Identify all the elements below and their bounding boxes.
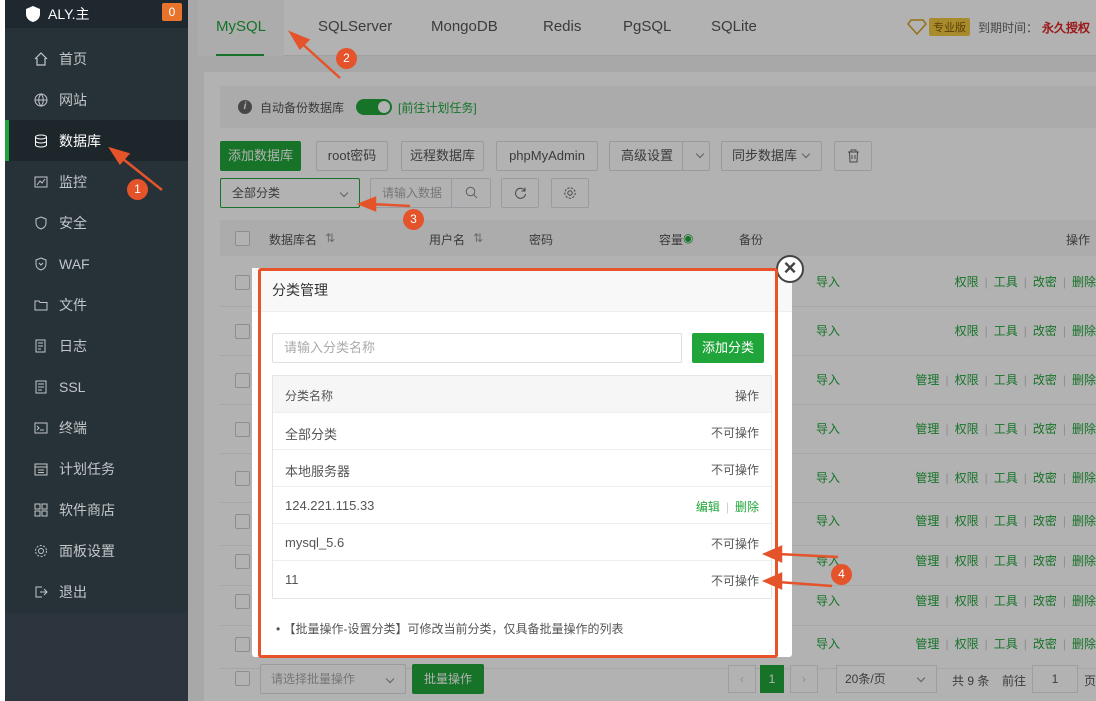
category-name: 124.221.115.33 xyxy=(285,498,375,513)
category-row: 124.221.115.33 编辑 | 删除 xyxy=(273,487,771,524)
sidebar-item-logout[interactable]: 退出 xyxy=(5,571,188,612)
sidebar-item-label: 监控 xyxy=(59,173,87,190)
sidebar-item-files[interactable]: 文件 xyxy=(5,284,188,325)
sidebar-item-label: 日志 xyxy=(59,337,87,354)
sidebar-footer xyxy=(5,613,188,701)
logo-icon xyxy=(26,6,40,22)
brand: ALY.主 xyxy=(5,0,188,28)
database-icon xyxy=(35,134,47,148)
category-name: mysql_5.6 xyxy=(285,535,345,550)
sidebar-item-terminal[interactable]: 终端 xyxy=(5,407,188,448)
category-name: 本地服务器 xyxy=(285,464,351,479)
sidebar-item-label: 首页 xyxy=(59,50,87,67)
sidebar-item-waf[interactable]: WAF xyxy=(5,243,188,284)
gear-icon xyxy=(35,544,47,557)
category-status: 不可操作 xyxy=(710,537,759,551)
sidebar-item-database[interactable]: 数据库 xyxy=(5,120,188,161)
sidebar-item-label: 面板设置 xyxy=(59,542,115,559)
sidebar-item-label: 终端 xyxy=(59,419,87,436)
sidebar-item-cron[interactable]: 计划任务 xyxy=(5,448,188,489)
sidebar-item-label: SSL xyxy=(59,378,86,395)
col-category-action: 操作 xyxy=(734,389,759,403)
delete-category-link[interactable]: 删除 xyxy=(735,500,759,514)
sidebar-item-home[interactable]: 首页 xyxy=(5,38,188,79)
sidebar-item-label: 安全 xyxy=(59,214,87,231)
category-table-header: 分类名称 操作 xyxy=(273,376,771,413)
sidebar-item-label: 网站 xyxy=(59,91,87,108)
globe-icon xyxy=(34,93,48,107)
category-row: mysql_5.6 不可操作 xyxy=(273,524,771,561)
sidebar-item-monitor[interactable]: 监控 xyxy=(5,161,188,202)
close-dialog-button[interactable]: × xyxy=(776,255,804,283)
dialog-note-text: 【批量操作-设置分类】可修改当前分类，仅具备批量操作的列表 xyxy=(283,622,624,636)
terminal-icon xyxy=(34,422,48,433)
col-category-name: 分类名称 xyxy=(285,389,334,403)
category-table: 分类名称 操作 全部分类 不可操作 本地服务器 不可操作 124.221.115.3… xyxy=(272,375,772,599)
category-row: 全部分类 不可操作 xyxy=(273,413,771,450)
category-name: 11 xyxy=(285,572,299,587)
sidebar-item-label: 软件商店 xyxy=(59,501,115,518)
annotation-marker-3: 3 xyxy=(403,209,424,230)
category-status: 不可操作 xyxy=(710,574,759,588)
category-name-input[interactable]: 请输入分类名称 xyxy=(272,333,682,363)
divider: | xyxy=(725,500,729,514)
grid-icon xyxy=(34,503,48,516)
sidebar-item-logs[interactable]: 日志 xyxy=(5,325,188,366)
waf-shield-icon xyxy=(35,256,47,271)
add-category-button[interactable]: 添加分类 xyxy=(692,333,764,363)
annotation-marker-4: 4 xyxy=(831,564,852,585)
sidebar-item-label: 文件 xyxy=(59,296,87,313)
category-status: 不可操作 xyxy=(710,463,759,477)
edit-category-link[interactable]: 编辑 xyxy=(696,500,720,514)
sidebar-item-website[interactable]: 网站 xyxy=(5,79,188,120)
category-dialog: 分类管理 请输入分类名称 添加分类 分类名称 操作 全部分类 不可操作 本地服务器… xyxy=(252,268,792,657)
sidebar: ALY.主 0 首页 网站 数据库 监控 安全 WAF 文件 日志 SSL 终端… xyxy=(5,0,188,701)
calendar-icon xyxy=(34,463,48,475)
sidebar-item-label: 退出 xyxy=(59,583,87,600)
sidebar-item-label: 数据库 xyxy=(59,132,101,149)
sidebar-item-security[interactable]: 安全 xyxy=(5,202,188,243)
annotation-marker-2: 2 xyxy=(336,48,357,69)
sidebar-item-label: 计划任务 xyxy=(59,460,115,477)
dialog-note: • 【批量操作-设置分类】可修改当前分类，仅具备批量操作的列表 xyxy=(276,622,624,636)
category-row: 11 不可操作 xyxy=(273,561,771,598)
category-name: 全部分类 xyxy=(285,427,338,442)
ssl-icon xyxy=(35,380,47,393)
sidebar-nav: 首页 网站 数据库 监控 安全 WAF 文件 日志 SSL 终端 计划任务 软件… xyxy=(5,38,188,612)
sidebar-item-ssl[interactable]: SSL xyxy=(5,366,188,407)
category-row: 本地服务器 不可操作 xyxy=(273,450,771,487)
sidebar-item-settings[interactable]: 面板设置 xyxy=(5,530,188,571)
notification-badge[interactable]: 0 xyxy=(162,3,182,21)
sidebar-item-store[interactable]: 软件商店 xyxy=(5,489,188,530)
shield-icon xyxy=(35,215,47,230)
app-window: ALY.主 0 首页 网站 数据库 监控 安全 WAF 文件 日志 SSL 终端… xyxy=(0,0,1096,701)
category-status: 不可操作 xyxy=(710,426,759,440)
brand-name: ALY.主 xyxy=(48,6,90,22)
dialog-title: 分类管理 xyxy=(252,268,792,312)
chart-icon xyxy=(34,176,48,187)
home-icon xyxy=(34,51,48,66)
logout-icon xyxy=(35,586,48,597)
sidebar-item-label: WAF xyxy=(59,255,90,272)
log-icon xyxy=(35,339,46,352)
folder-icon xyxy=(34,300,48,310)
annotation-marker-1: 1 xyxy=(127,179,148,200)
category-actions: 编辑 | 删除 xyxy=(696,498,759,515)
